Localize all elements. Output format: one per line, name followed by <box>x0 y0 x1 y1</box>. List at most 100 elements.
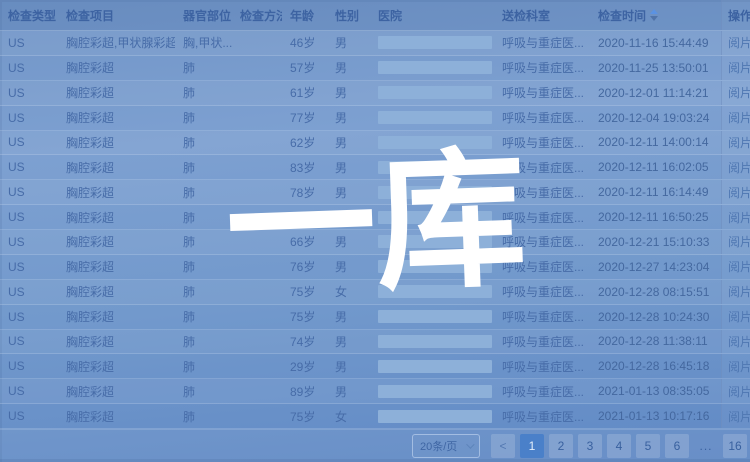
cell-action: 阅片 <box>721 155 750 179</box>
page-button-3[interactable]: 3 <box>578 434 602 458</box>
page-button-4[interactable]: 4 <box>607 434 631 458</box>
view-images-link[interactable]: 阅片 <box>728 308 750 325</box>
cell-department: 呼吸与重症医... <box>494 404 590 428</box>
view-images-link[interactable]: 阅片 <box>728 408 750 425</box>
cell-department: 呼吸与重症医... <box>494 106 590 130</box>
cell-exam-time: 2020-12-28 11:38:11 <box>590 330 721 354</box>
cell-action: 阅片 <box>721 330 750 354</box>
cell-exam-type: US <box>0 81 58 105</box>
view-images-link[interactable]: 阅片 <box>728 209 750 226</box>
page-button-1[interactable]: 1 <box>520 434 544 458</box>
cell-method <box>232 280 282 304</box>
cell-department: 呼吸与重症医... <box>494 354 590 378</box>
view-images-link[interactable]: 阅片 <box>728 159 750 176</box>
cell-gender: 男 <box>327 255 370 279</box>
cell-action: 阅片 <box>721 81 750 105</box>
cell-hospital <box>370 31 494 55</box>
table-body: US 胸腔彩超,甲状腺彩超 胸,甲状... 46岁 男 呼吸与重症医... 20… <box>0 31 750 429</box>
cell-age: 29岁 <box>282 354 327 378</box>
cell-gender: 男 <box>327 354 370 378</box>
cell-action: 阅片 <box>721 205 750 229</box>
pagination-bar: 20条/页 < 123456...16 <box>0 429 750 462</box>
table-row: US 胸腔彩超 肺 89岁 男 呼吸与重症医... 2021-01-13 08:… <box>0 379 750 404</box>
col-header-hospital: 医院 <box>370 0 494 30</box>
cell-exam-time: 2020-11-16 15:44:49 <box>590 31 721 55</box>
table-row: US 胸腔彩超 肺 62岁 男 呼吸与重症医... 2020-12-11 14:… <box>0 131 750 156</box>
cell-department: 呼吸与重症医... <box>494 330 590 354</box>
cell-method <box>232 404 282 428</box>
col-header-exam-time[interactable]: 检查时间 <box>590 0 721 30</box>
cell-organ: 肺 <box>175 404 232 428</box>
sort-carets[interactable] <box>650 9 658 21</box>
view-images-link[interactable]: 阅片 <box>728 258 750 275</box>
cell-exam-time: 2020-12-28 16:45:18 <box>590 354 721 378</box>
pagination-pages: 123456...16 <box>520 434 747 458</box>
cell-hospital <box>370 330 494 354</box>
view-images-link[interactable]: 阅片 <box>728 134 750 151</box>
cell-age: 77岁 <box>282 106 327 130</box>
cell-age: 61岁 <box>282 81 327 105</box>
cell-department: 呼吸与重症医... <box>494 155 590 179</box>
view-images-link[interactable]: 阅片 <box>728 59 750 76</box>
page-button-2[interactable]: 2 <box>549 434 573 458</box>
cell-method <box>232 330 282 354</box>
cell-gender: 男 <box>327 56 370 80</box>
page-button-5[interactable]: 5 <box>636 434 660 458</box>
page-ellipsis[interactable]: ... <box>694 434 718 458</box>
cell-exam-time: 2020-12-28 08:15:51 <box>590 280 721 304</box>
view-images-link[interactable]: 阅片 <box>728 358 750 375</box>
col-header-exam-item: 检查项目 <box>58 0 175 30</box>
cell-department: 呼吸与重症医... <box>494 81 590 105</box>
sort-ascending-icon[interactable] <box>650 9 658 14</box>
cell-method <box>232 230 282 254</box>
view-images-link[interactable]: 阅片 <box>728 184 750 201</box>
page-button-6[interactable]: 6 <box>665 434 689 458</box>
cell-organ: 肺 <box>175 131 232 155</box>
sort-descending-icon[interactable] <box>650 16 658 21</box>
cell-exam-time: 2020-12-11 16:14:49 <box>590 180 721 204</box>
view-images-link[interactable]: 阅片 <box>728 333 750 350</box>
cell-exam-type: US <box>0 305 58 329</box>
view-images-link[interactable]: 阅片 <box>728 383 750 400</box>
cell-exam-item: 胸腔彩超 <box>58 404 175 428</box>
cell-exam-type: US <box>0 330 58 354</box>
cell-department: 呼吸与重症医... <box>494 205 590 229</box>
cell-hospital <box>370 180 494 204</box>
hospital-redacted-bar <box>378 111 492 124</box>
view-images-link[interactable]: 阅片 <box>728 34 750 51</box>
cell-action: 阅片 <box>721 280 750 304</box>
cell-action: 阅片 <box>721 379 750 403</box>
cell-age: 57岁 <box>282 56 327 80</box>
cell-hospital <box>370 280 494 304</box>
hospital-redacted-bar <box>378 86 492 99</box>
view-images-link[interactable]: 阅片 <box>728 84 750 101</box>
cell-hospital <box>370 155 494 179</box>
cell-action: 阅片 <box>721 404 750 428</box>
page-size-select[interactable]: 20条/页 <box>412 434 480 458</box>
cell-exam-time: 2020-12-28 10:24:30 <box>590 305 721 329</box>
cell-age: 76岁 <box>282 205 327 229</box>
view-images-link[interactable]: 阅片 <box>728 109 750 126</box>
view-images-link[interactable]: 阅片 <box>728 283 750 300</box>
cell-method <box>232 255 282 279</box>
page-button-16[interactable]: 16 <box>723 434 747 458</box>
cell-exam-type: US <box>0 404 58 428</box>
cell-hospital <box>370 205 494 229</box>
cell-exam-type: US <box>0 106 58 130</box>
cell-age: 75岁 <box>282 280 327 304</box>
table-row: US 胸腔彩超 肺 75岁 女 呼吸与重症医... 2020-12-28 08:… <box>0 280 750 305</box>
cell-organ: 肺 <box>175 155 232 179</box>
cell-exam-type: US <box>0 379 58 403</box>
table-row: US 胸腔彩超 肺 75岁 男 呼吸与重症医... 2020-12-28 10:… <box>0 305 750 330</box>
prev-page-button[interactable]: < <box>491 434 515 458</box>
cell-organ: 肺 <box>175 106 232 130</box>
cell-hospital <box>370 81 494 105</box>
table-row: US 胸腔彩超 肺 57岁 男 呼吸与重症医... 2020-11-25 13:… <box>0 56 750 81</box>
cell-organ: 肺 <box>175 255 232 279</box>
cell-exam-time: 2020-12-21 15:10:33 <box>590 230 721 254</box>
cell-exam-time: 2021-01-13 10:17:16 <box>590 404 721 428</box>
hospital-redacted-bar <box>378 335 492 348</box>
cell-department: 呼吸与重症医... <box>494 280 590 304</box>
view-images-link[interactable]: 阅片 <box>728 233 750 250</box>
cell-action: 阅片 <box>721 305 750 329</box>
